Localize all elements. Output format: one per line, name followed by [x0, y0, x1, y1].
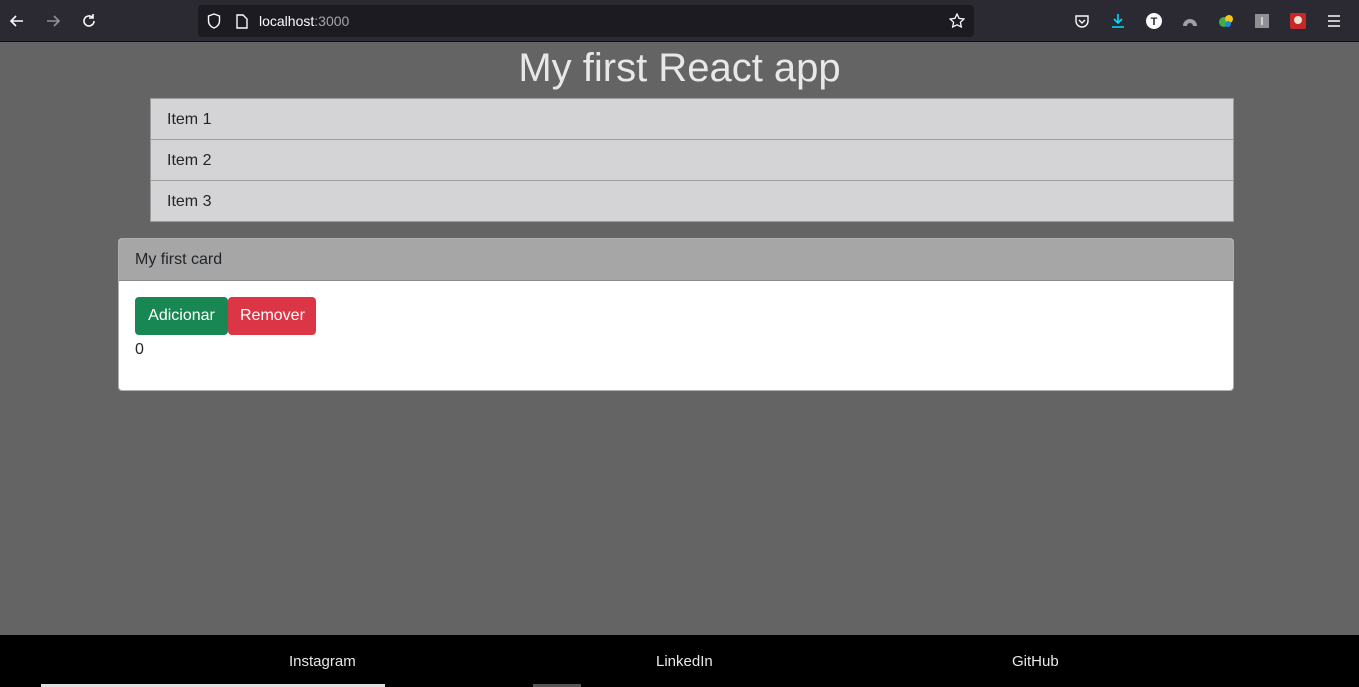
page-title: My first React app [518, 46, 841, 90]
extension-color-icon[interactable] [1217, 12, 1235, 30]
download-icon[interactable] [1109, 12, 1127, 30]
footer-link-linkedin[interactable]: LinkedIn [656, 653, 713, 670]
reload-icon[interactable] [78, 10, 100, 32]
counter-value: 0 [135, 341, 144, 358]
card-header: My first card [119, 239, 1233, 281]
list-item: Item 3 [167, 193, 212, 210]
shield-icon[interactable] [206, 13, 222, 29]
list-item: Item 2 [151, 140, 1233, 181]
arrow-left-icon[interactable] [6, 10, 28, 32]
extension-arc-icon[interactable] [1181, 12, 1199, 30]
add-button[interactable]: Adicionar [135, 297, 228, 335]
hamburger-menu-icon[interactable] [1325, 12, 1343, 30]
star-icon[interactable] [949, 13, 965, 29]
svg-text:T: T [1151, 16, 1158, 28]
browser-toolbar: localhost:3000 T [0, 0, 1359, 42]
footer-link-github[interactable]: GitHub [1012, 653, 1059, 670]
url-bar[interactable]: localhost:3000 [198, 5, 974, 37]
arrow-right-icon[interactable] [42, 10, 64, 32]
item-list: Item 1 Item 2 Item 3 [150, 98, 1234, 222]
url-text[interactable]: localhost:3000 [259, 13, 349, 29]
pocket-icon[interactable] [1073, 12, 1091, 30]
url-port: :3000 [314, 13, 350, 29]
extension-gray-icon[interactable] [1253, 12, 1271, 30]
extension-t-icon[interactable]: T [1145, 12, 1163, 30]
url-host: localhost [259, 13, 315, 29]
list-item: Item 1 [151, 99, 1233, 140]
remove-button[interactable]: Remover [228, 297, 316, 335]
footer: Instagram LinkedIn GitHub [0, 635, 1359, 687]
card: My first card Adicionar Remover 0 [118, 238, 1234, 391]
footer-link-instagram[interactable]: Instagram [289, 653, 356, 670]
extension-red-icon[interactable] [1289, 12, 1307, 30]
page-icon [234, 13, 250, 29]
